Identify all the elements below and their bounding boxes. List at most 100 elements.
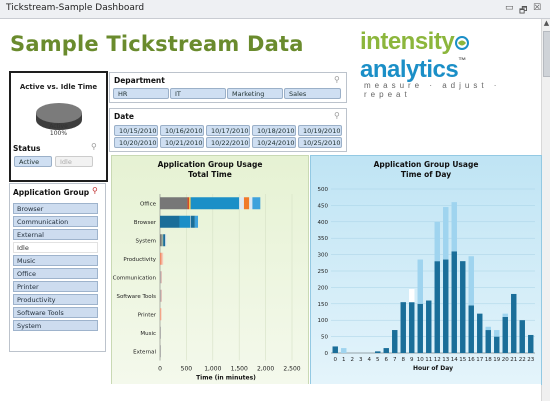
filter-icon[interactable]: ⚲	[334, 111, 340, 120]
date-item[interactable]: 10/24/2010	[252, 137, 296, 148]
bar-segment	[189, 197, 191, 210]
scroll-up-icon[interactable]: ▲	[542, 19, 550, 28]
total-time-bar-chart[interactable]: 0 500 1,000 1,500 2,000 2,500 Office Browser Sys…	[112, 156, 308, 384]
x-axis-label: Hour of Day	[413, 365, 453, 372]
x-tick-label: 16	[468, 357, 475, 363]
y-tick-label: Communication	[113, 275, 157, 281]
date-item[interactable]: 10/25/2010	[298, 137, 342, 148]
app-group-item-external[interactable]: External	[13, 229, 98, 240]
bar-segment	[160, 326, 161, 339]
pie-label-name: Active	[49, 123, 68, 130]
app-group-item-productivity[interactable]: Productivity	[13, 294, 98, 305]
app-group-item-browser[interactable]: Browser	[13, 203, 98, 214]
date-item[interactable]: 10/21/2010	[160, 137, 204, 148]
status-idle[interactable]: Idle	[55, 156, 93, 167]
bar-segment	[249, 197, 253, 210]
date-item[interactable]: 10/20/2010	[114, 137, 158, 148]
bar-segment	[194, 215, 199, 228]
bar-segment	[426, 300, 432, 353]
app-group-item-idle[interactable]: Idle	[13, 242, 98, 253]
close-icon[interactable]: ☒	[533, 3, 541, 13]
bar-segment	[417, 303, 423, 353]
restore-icon[interactable]: 🗗	[519, 3, 527, 19]
app-group-item-printer[interactable]: Printer	[13, 281, 98, 292]
department-item-marketing[interactable]: Marketing	[227, 88, 283, 99]
department-item-it[interactable]: IT	[170, 88, 226, 99]
filter-icon[interactable]: ⚲	[334, 75, 340, 84]
bar-segment	[502, 313, 508, 317]
logo-tagline: measure · adjust · repeat	[364, 81, 501, 99]
window-title: Tickstream-Sample Dashboard	[6, 3, 145, 13]
date-item[interactable]: 10/18/2010	[252, 125, 296, 136]
y-tick-label: 150	[318, 302, 329, 308]
total-time-chart-panel: Application Group Usage Total Time 0 500 1…	[111, 155, 309, 385]
department-item-sales[interactable]: Sales	[284, 88, 341, 99]
bar-segment	[443, 207, 449, 260]
logo-swirl-icon	[455, 29, 470, 50]
department-item-hr[interactable]: HR	[113, 88, 169, 99]
date-item[interactable]: 10/15/2010	[114, 125, 158, 136]
filter-icon[interactable]: ⚲	[91, 142, 97, 151]
x-tick-label: 23	[527, 357, 534, 363]
x-tick-label: 2,500	[283, 366, 300, 373]
app-group-item-system[interactable]: System	[13, 320, 98, 331]
y-tick-label: 0	[325, 351, 329, 357]
x-tick-label: 0	[334, 357, 338, 363]
scroll-thumb[interactable]	[543, 31, 550, 77]
bar-segment	[252, 197, 261, 210]
bar-segment	[485, 330, 491, 353]
bar-segment	[160, 215, 180, 228]
date-item[interactable]: 10/17/2010	[206, 125, 250, 136]
bar-segment	[375, 351, 381, 353]
x-tick-label: 7	[393, 357, 397, 363]
x-tick-label: 500	[181, 366, 193, 373]
y-tick-label: 450	[318, 203, 329, 209]
x-tick-label: 15	[459, 357, 466, 363]
bar-segment	[383, 348, 389, 353]
vertical-scrollbar[interactable]: ▲	[541, 19, 550, 401]
x-tick-label: 3	[359, 357, 363, 363]
bar-segment	[528, 334, 534, 353]
app-group-item-music[interactable]: Music	[13, 255, 98, 266]
bar-segment	[434, 261, 440, 353]
bar-segment	[160, 345, 161, 358]
pie-title: Active vs. Idle Time	[19, 83, 98, 91]
minimize-icon[interactable]: ▭	[505, 3, 514, 13]
bar-segment	[443, 259, 449, 353]
app-group-item-communication[interactable]: Communication	[13, 216, 98, 227]
logo-text-analytics: analytics	[360, 56, 459, 83]
department-filter: Department ⚲ HR IT Marketing Sales	[109, 72, 347, 103]
x-tick-label: 21	[510, 357, 517, 363]
bar-segment	[451, 251, 457, 353]
date-item[interactable]: 10/19/2010	[298, 125, 342, 136]
x-tick-label: 17	[476, 357, 483, 363]
intensity-analytics-logo: intensityanalytics™ measure · adjust · r…	[360, 28, 540, 99]
logo-text-intensity: intensity	[360, 28, 455, 55]
date-item[interactable]: 10/22/2010	[206, 137, 250, 148]
y-tick-label: 50	[321, 335, 328, 341]
app-group-item-software-tools[interactable]: Software Tools	[13, 307, 98, 318]
bar-segment	[190, 197, 240, 210]
app-group-item-office[interactable]: Office	[13, 268, 98, 279]
bar-segment	[519, 320, 525, 353]
x-tick-label: 8	[402, 357, 406, 363]
bar-segment	[409, 302, 415, 353]
x-tick-label: 1,000	[204, 366, 221, 373]
date-item[interactable]: 10/16/2010	[160, 125, 204, 136]
y-tick-label: 350	[318, 236, 329, 242]
bar-segment	[400, 302, 406, 353]
pie-label-percent: 100%	[49, 130, 68, 137]
status-active[interactable]: Active	[14, 156, 52, 167]
time-of-day-chart-panel: Application Group Usage Time of Day 0 50 1…	[310, 155, 542, 385]
logo-tm: ™	[458, 56, 466, 65]
bar-segment	[460, 261, 466, 353]
bar-segment	[160, 197, 188, 210]
bar-segment	[243, 197, 250, 210]
filter-active-icon[interactable]: ⚲	[92, 186, 98, 195]
time-of-day-bar-chart[interactable]: 0501001502002503003504004505000 1 2 3 4 5 6 7 8 9…	[311, 156, 541, 384]
x-tick-label: 11	[425, 357, 432, 363]
bar-segment	[417, 259, 423, 304]
bar-segment	[451, 202, 457, 252]
x-tick-label: 14	[451, 357, 458, 363]
bar-segment	[239, 197, 244, 210]
